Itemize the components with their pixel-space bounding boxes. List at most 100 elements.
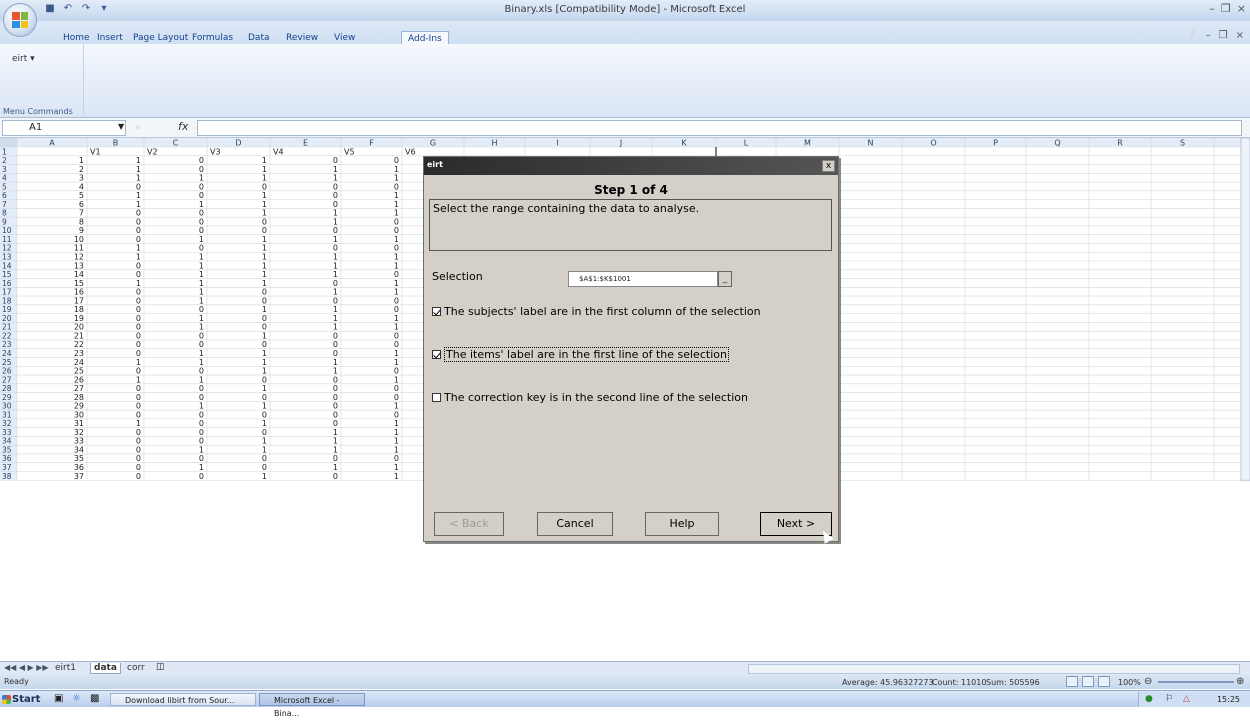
column-header[interactable]: L [744, 139, 749, 148]
cell[interactable]: 0 [199, 393, 204, 402]
cell[interactable]: 1 [394, 437, 399, 446]
cell[interactable]: 1 [199, 314, 204, 323]
cell[interactable]: 1 [333, 323, 338, 332]
cell[interactable]: 0 [262, 182, 267, 191]
row-header[interactable]: 27 [2, 375, 12, 384]
cell[interactable]: 0 [262, 375, 267, 384]
column-header[interactable]: E [303, 139, 308, 148]
cell[interactable]: 0 [136, 314, 141, 323]
row-header[interactable]: 38 [2, 472, 12, 481]
column-header[interactable]: O [930, 139, 936, 148]
cell[interactable]: 0 [333, 419, 338, 428]
cell[interactable]: 27 [74, 384, 84, 393]
cell[interactable]: 1 [262, 253, 267, 262]
cell[interactable]: 16 [74, 288, 84, 297]
cell[interactable]: 6 [79, 200, 84, 209]
checkbox-subjects-box[interactable] [432, 307, 441, 316]
cell[interactable]: 0 [333, 182, 338, 191]
cell[interactable]: 0 [394, 217, 399, 226]
workbook-close-icon[interactable]: × [1236, 30, 1244, 41]
cell[interactable]: 1 [394, 323, 399, 332]
cell[interactable]: 0 [394, 393, 399, 402]
cell[interactable]: 0 [262, 393, 267, 402]
cell[interactable]: 1 [136, 165, 141, 174]
cell[interactable]: 0 [136, 410, 141, 419]
row-header[interactable]: 33 [2, 428, 12, 437]
cell[interactable]: 0 [136, 261, 141, 270]
cell[interactable]: 1 [262, 349, 267, 358]
cell[interactable]: 1 [394, 402, 399, 411]
cell[interactable]: 0 [136, 463, 141, 472]
cell[interactable]: 1 [394, 349, 399, 358]
cell[interactable]: 20 [74, 323, 84, 332]
acrobat-icon[interactable]: △ [1183, 694, 1190, 704]
cell[interactable]: 0 [394, 182, 399, 191]
cell[interactable]: 1 [136, 279, 141, 288]
cell[interactable]: 2 [79, 165, 84, 174]
cell[interactable]: 1 [333, 367, 338, 376]
row-header[interactable]: 12 [2, 244, 12, 253]
row-header[interactable]: 3 [2, 165, 7, 174]
cell[interactable]: 1 [394, 472, 399, 481]
cell[interactable]: 1 [394, 191, 399, 200]
cell[interactable]: 1 [262, 174, 267, 183]
cell[interactable]: 9 [79, 226, 84, 235]
row-header[interactable]: 18 [2, 296, 12, 305]
cell[interactable]: 1 [394, 445, 399, 454]
row-header[interactable]: 21 [2, 323, 12, 332]
page-layout-view-icon[interactable] [1082, 676, 1094, 687]
cell[interactable]: 1 [394, 428, 399, 437]
cell[interactable]: 1 [199, 200, 204, 209]
cell[interactable]: 0 [199, 428, 204, 437]
cell[interactable]: V2 [147, 147, 158, 156]
column-header[interactable]: F [369, 139, 374, 148]
help-button[interactable]: Help [645, 512, 719, 536]
row-header[interactable]: 9 [2, 217, 7, 226]
column-header[interactable]: C [173, 139, 179, 148]
row-header[interactable]: 8 [2, 209, 7, 218]
cell[interactable]: 1 [394, 463, 399, 472]
normal-view-icon[interactable] [1066, 676, 1078, 687]
cell[interactable]: 0 [333, 226, 338, 235]
cell[interactable]: 1 [394, 209, 399, 218]
cell[interactable]: 0 [136, 454, 141, 463]
cell[interactable]: 1 [394, 279, 399, 288]
cell[interactable]: 1 [262, 156, 267, 165]
row-header[interactable]: 34 [2, 437, 12, 446]
cell[interactable]: 1 [262, 367, 267, 376]
cell[interactable]: 0 [199, 226, 204, 235]
cell[interactable]: 0 [333, 156, 338, 165]
cell[interactable]: 1 [394, 235, 399, 244]
cell[interactable]: 0 [262, 323, 267, 332]
cell[interactable]: 1 [136, 419, 141, 428]
cell[interactable]: 0 [333, 410, 338, 419]
cell[interactable]: 0 [394, 296, 399, 305]
cell[interactable]: 0 [136, 472, 141, 481]
page-break-view-icon[interactable] [1098, 676, 1110, 687]
close-icon[interactable]: × [1237, 2, 1246, 15]
row-header[interactable]: 13 [2, 253, 12, 262]
zoom-out-icon[interactable]: ⊖ [1144, 676, 1152, 687]
cell[interactable]: 1 [333, 445, 338, 454]
cell[interactable]: 0 [333, 402, 338, 411]
row-header[interactable]: 37 [2, 463, 12, 472]
cell[interactable]: 1 [333, 253, 338, 262]
cell[interactable]: 0 [333, 454, 338, 463]
cell[interactable]: 0 [394, 454, 399, 463]
tab-review[interactable]: Review [286, 33, 318, 43]
start-button[interactable]: Start [0, 692, 50, 707]
cell[interactable]: 0 [262, 314, 267, 323]
cell[interactable]: 15 [74, 279, 84, 288]
column-header[interactable]: A [49, 139, 55, 148]
cell[interactable]: 32 [74, 428, 84, 437]
cell[interactable]: 0 [199, 454, 204, 463]
cell[interactable]: 0 [394, 305, 399, 314]
column-header[interactable]: D [235, 139, 241, 148]
cell[interactable]: 1 [262, 279, 267, 288]
cell[interactable]: 36 [74, 463, 84, 472]
sheet-tab-corr[interactable]: corr [124, 663, 148, 673]
cell[interactable]: 0 [199, 156, 204, 165]
cell[interactable]: 1 [199, 375, 204, 384]
cell[interactable]: 1 [394, 200, 399, 209]
row-header[interactable]: 14 [2, 261, 12, 270]
